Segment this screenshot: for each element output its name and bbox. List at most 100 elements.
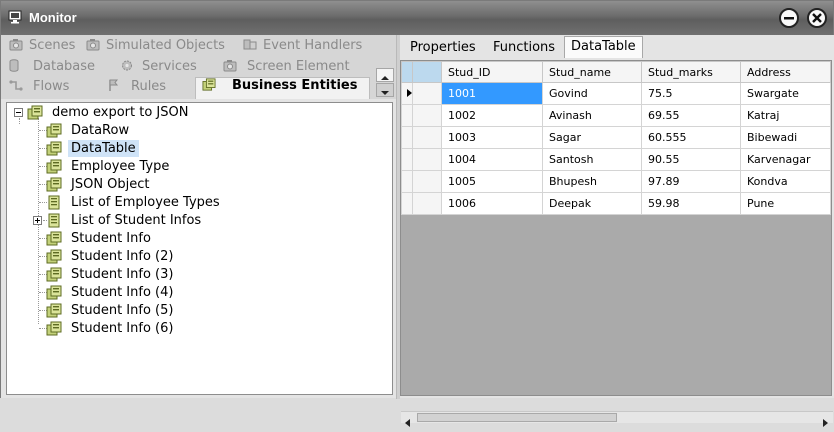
close-icon [812, 13, 822, 23]
cell-stud-id[interactable]: 1003 [441, 126, 543, 149]
row-indicator[interactable] [401, 104, 413, 127]
tree-root-label: demo export to JSON [52, 105, 189, 120]
tab-scroll-down-button[interactable] [376, 83, 394, 97]
cell-stud-marks[interactable]: 69.55 [641, 104, 741, 127]
column-header-stud-marks[interactable]: Stud_marks [641, 61, 741, 83]
cell-address[interactable]: Bibewadi [740, 126, 831, 149]
row-indicator[interactable] [401, 82, 413, 105]
root-collapse-toggle[interactable] [14, 108, 23, 117]
entity-tree[interactable]: demo export to JSON DataRow DataTable Em… [6, 102, 393, 395]
cell-address[interactable]: Karvenagar [740, 148, 831, 171]
cell-stud-name[interactable]: Deepak [542, 192, 642, 215]
tab-label: Scenes [29, 38, 76, 53]
tab-functions[interactable]: Functions [493, 40, 555, 60]
cell-stud-name[interactable]: Santosh [542, 148, 642, 171]
minimize-button[interactable] [779, 8, 799, 28]
horizontal-scrollbar[interactable] [401, 411, 833, 427]
entity-icon [46, 285, 62, 300]
table-row[interactable]: 1003 Sagar 60.555 Bibewadi [401, 126, 831, 149]
table-row[interactable]: 1005 Bhupesh 97.89 Kondva [401, 170, 831, 193]
right-panel: Properties Functions DataTable Stud_ID S… [400, 35, 834, 427]
close-button[interactable] [807, 8, 827, 28]
tree-item-label: Student Info (2) [71, 249, 174, 264]
tab-scroll-arrows [376, 68, 394, 98]
tree-item-label: DataRow [71, 123, 130, 138]
cell-stud-id[interactable]: 1001 [441, 82, 543, 105]
tab-label: Properties [410, 40, 476, 55]
column-header-stud-id[interactable]: Stud_ID [441, 61, 543, 83]
cell-stud-marks[interactable]: 75.5 [641, 82, 741, 105]
row-indicator[interactable] [401, 170, 413, 193]
cell-stud-name[interactable]: Sagar [542, 126, 642, 149]
row-indicator[interactable] [401, 126, 413, 149]
tab-database[interactable]: Database [9, 59, 95, 79]
tab-screen-element[interactable]: Screen Element [223, 59, 350, 79]
cell-stud-marks[interactable]: 59.98 [641, 192, 741, 215]
row-header-corner[interactable] [401, 61, 413, 83]
title-bar[interactable]: Monitor [1, 1, 833, 35]
cell-stud-name[interactable]: Bhupesh [542, 170, 642, 193]
tab-scenes[interactable]: Scenes [9, 38, 75, 58]
cell-address[interactable]: Katraj [740, 104, 831, 127]
row-selector[interactable] [412, 104, 442, 127]
left-panel: Scenes Simulated Objects Event Handlers … [1, 35, 396, 398]
left-tab-strip: Scenes Simulated Objects Event Handlers … [1, 35, 396, 99]
row-selector[interactable] [412, 82, 442, 105]
entity-icon [46, 177, 62, 192]
minimize-icon [784, 17, 794, 20]
camera-icon [9, 39, 23, 51]
row-selector[interactable] [412, 126, 442, 149]
entity-icon [46, 249, 62, 264]
row-selector[interactable] [412, 170, 442, 193]
scroll-right-button[interactable] [819, 413, 831, 427]
cell-stud-name[interactable]: Govind [542, 82, 642, 105]
cell-stud-id[interactable]: 1006 [441, 192, 543, 215]
tab-business-entities[interactable]: Business Entities [195, 77, 371, 99]
tab-label: Rules [131, 79, 167, 94]
tab-properties[interactable]: Properties [410, 40, 476, 60]
select-all-corner[interactable] [412, 61, 442, 83]
scroll-left-button[interactable] [402, 413, 414, 427]
column-header-address[interactable]: Address [740, 61, 831, 83]
row-indicator[interactable] [401, 192, 413, 215]
data-grid[interactable]: Stud_ID Stud_name Stud_marks Address 100… [400, 60, 833, 427]
tab-simulated-objects[interactable]: Simulated Objects [86, 38, 225, 58]
tab-event-handlers[interactable]: Event Handlers [243, 38, 362, 58]
current-row-arrow-icon [407, 89, 412, 97]
cell-address[interactable]: Pune [740, 192, 831, 215]
tab-row-2: Database Services Screen Element [1, 59, 376, 79]
column-header-stud-name[interactable]: Stud_name [542, 61, 642, 83]
tab-rules[interactable]: Rules [107, 79, 166, 99]
table-row[interactable]: 1001 Govind 75.5 Swargate [401, 82, 831, 105]
tab-row-1: Scenes Simulated Objects Event Handlers [1, 38, 376, 58]
expand-toggle[interactable] [33, 216, 42, 225]
cell-stud-id[interactable]: 1004 [441, 148, 543, 171]
tab-label: Simulated Objects [106, 38, 225, 53]
tree-item-label: List of Student Infos [71, 213, 202, 228]
row-selector[interactable] [412, 148, 442, 171]
row-indicator[interactable] [401, 148, 413, 171]
tab-scroll-up-button[interactable] [376, 68, 394, 82]
row-selector[interactable] [412, 192, 442, 215]
tree-item-label: JSON Object [71, 177, 150, 192]
cell-address[interactable]: Swargate [740, 82, 831, 105]
header-row: Stud_ID Stud_name Stud_marks Address [401, 61, 831, 83]
scrollbar-thumb[interactable] [417, 413, 617, 422]
cell-stud-id[interactable]: 1002 [441, 104, 543, 127]
tree-line [19, 118, 20, 124]
tab-datatable[interactable]: DataTable [564, 36, 643, 58]
cell-stud-name[interactable]: Avinash [542, 104, 642, 127]
cell-stud-marks[interactable]: 97.89 [641, 170, 741, 193]
tab-flows[interactable]: Flows [9, 79, 69, 99]
cell-stud-id[interactable]: 1005 [441, 170, 543, 193]
table-row[interactable]: 1006 Deepak 59.98 Pune [401, 192, 831, 215]
table-row[interactable]: 1004 Santosh 90.55 Karvenagar [401, 148, 831, 171]
cell-address[interactable]: Kondva [740, 170, 831, 193]
database-icon [9, 59, 19, 72]
cell-stud-marks[interactable]: 60.555 [641, 126, 741, 149]
entity-icon [46, 141, 62, 156]
tab-services[interactable]: Services [120, 59, 197, 79]
tree-item-label: Employee Type [71, 159, 170, 174]
table-row[interactable]: 1002 Avinash 69.55 Katraj [401, 104, 831, 127]
cell-stud-marks[interactable]: 90.55 [641, 148, 741, 171]
